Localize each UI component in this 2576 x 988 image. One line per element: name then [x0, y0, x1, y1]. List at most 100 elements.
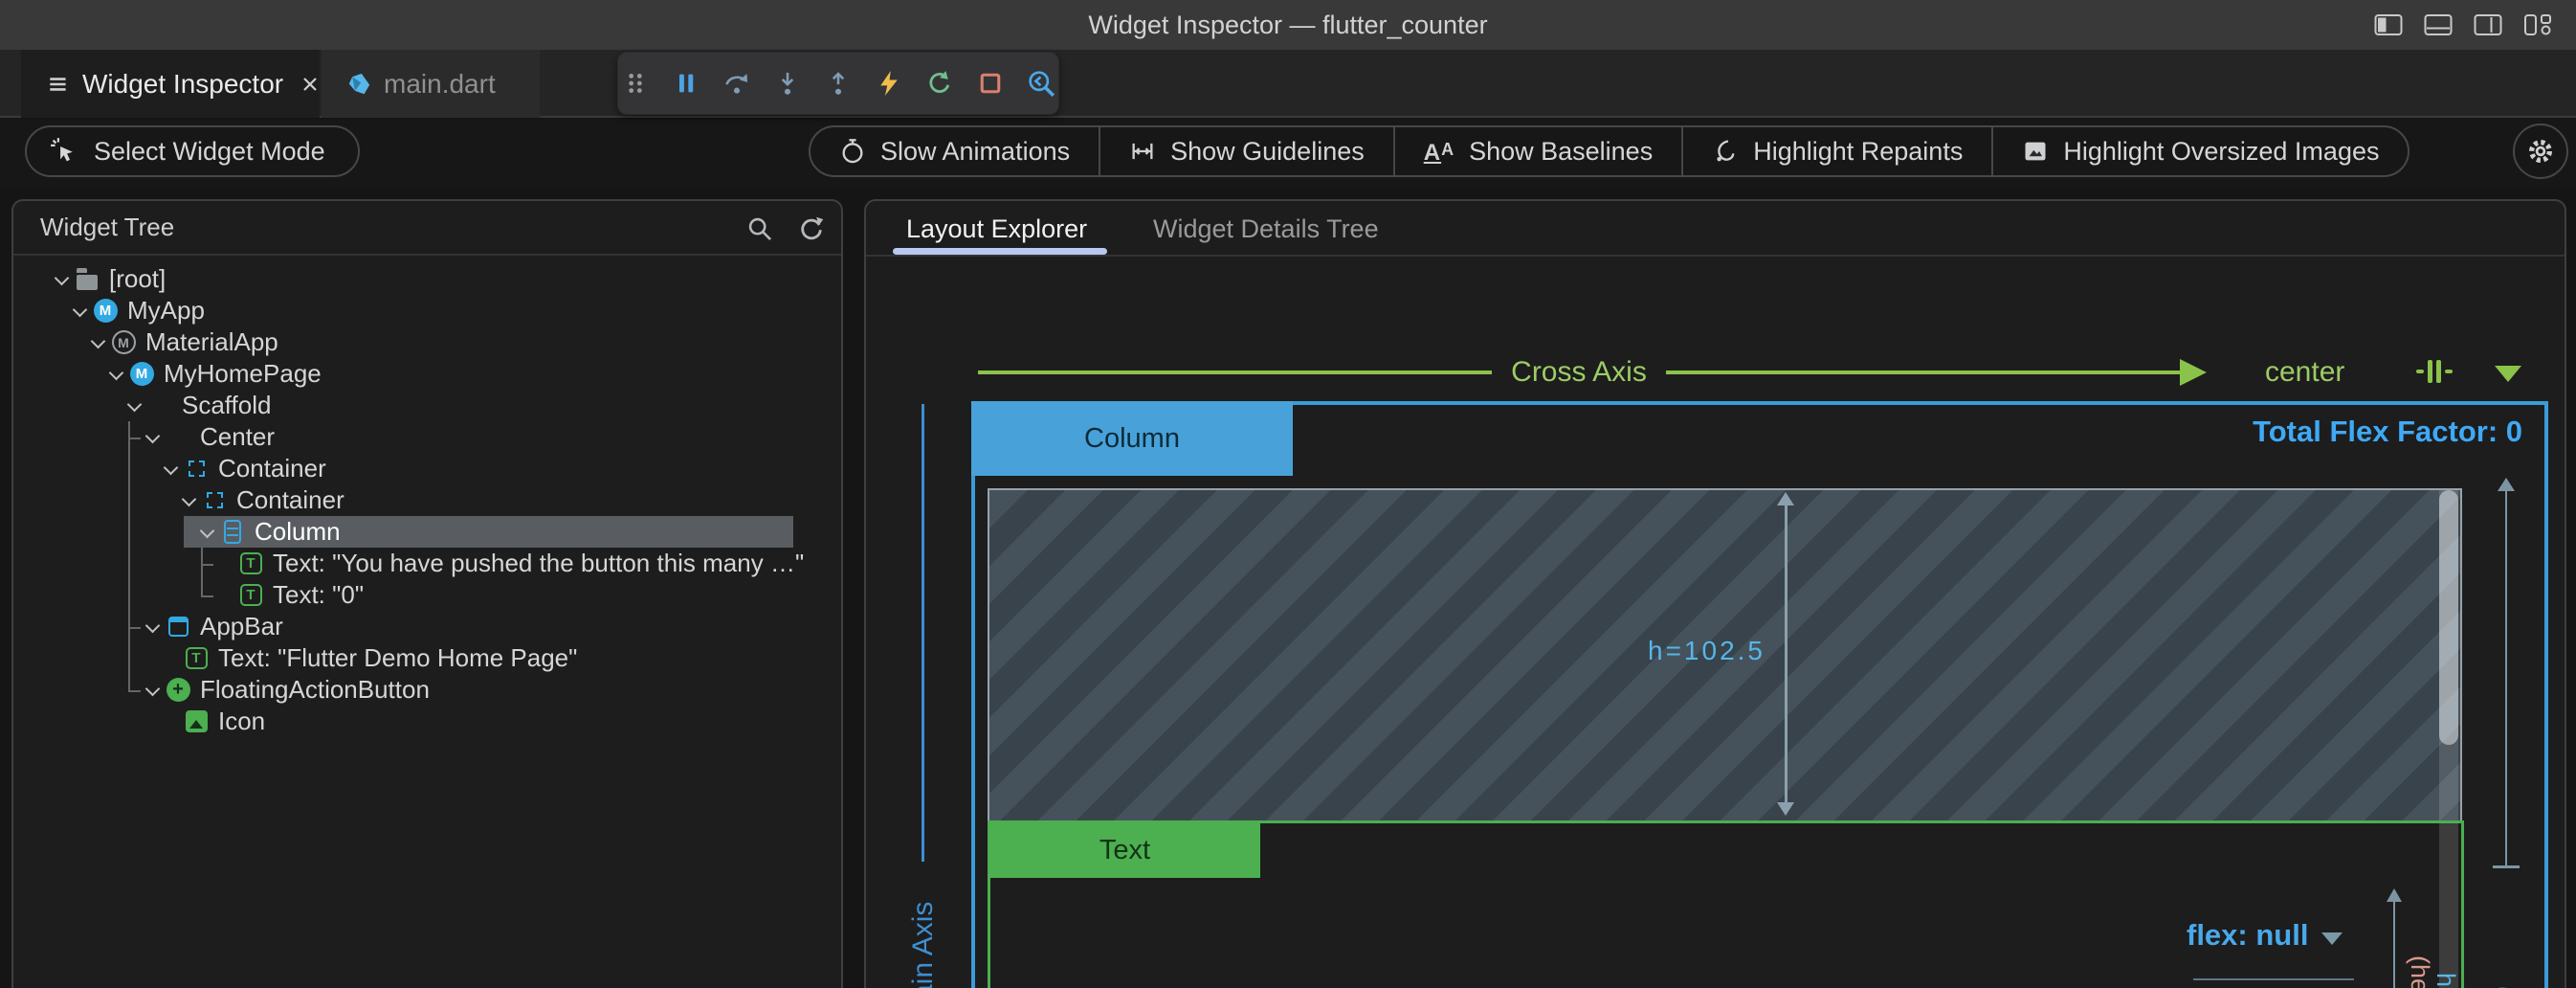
tree-item-label: MaterialApp: [145, 327, 278, 357]
widget-tree-header: Widget Tree: [13, 201, 841, 256]
tree-item-label: Text: "0": [273, 580, 364, 610]
scrollbar-thumb[interactable]: [2439, 490, 2458, 745]
tree-item-scaffold[interactable]: Scaffold: [13, 390, 841, 421]
tree-item-text-0[interactable]: T Text: "0": [13, 579, 841, 611]
tree-item-label: AppBar: [200, 612, 283, 641]
tree-item-column[interactable]: Column: [13, 516, 841, 548]
chevron-down-icon[interactable]: [68, 300, 91, 323]
container-icon: [202, 488, 227, 513]
tab-label: main.dart: [384, 69, 496, 100]
column-height-arrow: [2493, 478, 2520, 868]
baselines-icon: AA: [1424, 137, 1455, 167]
chevron-down-icon[interactable]: [141, 426, 164, 449]
toggle-highlight-repaints[interactable]: Highlight Repaints: [1681, 127, 1991, 175]
stop-icon[interactable]: [976, 69, 1005, 98]
cross-axis-arrow: Cross Axis: [978, 355, 2207, 390]
tree-item-text-you-have-pushed-the-button-this-man[interactable]: TText: "You have pushed the button this …: [13, 548, 841, 579]
tab-widget-inspector[interactable]: Widget Inspector: [21, 50, 320, 118]
tree-item-materialapp[interactable]: MMaterialApp: [13, 326, 841, 358]
column-widget-name: Column: [1084, 423, 1180, 455]
tab-main-dart[interactable]: main.dart: [322, 50, 540, 118]
flex-value: flex: null: [2187, 918, 2308, 953]
toggle-left-panel-icon[interactable]: [2374, 12, 2403, 37]
tree-item-text-flutter-demo-home-page[interactable]: TText: "Flutter Demo Home Page": [13, 642, 841, 674]
tree-item-label: Column: [255, 517, 341, 547]
refresh-icon[interactable]: [797, 214, 826, 243]
layout-explorer-tabs: Layout Explorer Widget Details Tree: [866, 201, 2565, 257]
tree-item-label: [root]: [109, 264, 166, 294]
chevron-down-icon[interactable]: [141, 679, 164, 702]
chevron-down-icon[interactable]: [104, 363, 127, 386]
toggle-show-guidelines[interactable]: Show Guidelines: [1099, 127, 1393, 175]
chevron-down-icon[interactable]: [86, 331, 109, 354]
tab-widget-details-tree[interactable]: Widget Details Tree: [1153, 201, 1379, 257]
tree-item-icon[interactable]: Icon: [13, 706, 841, 737]
text-widget-name: Text: [1099, 835, 1150, 866]
toggle-show-baselines[interactable]: AA Show Baselines: [1393, 127, 1681, 175]
tree-branch-connector: [201, 548, 214, 579]
toggle-right-panel-icon[interactable]: [2474, 12, 2502, 37]
tree-item-label: Container: [218, 454, 326, 483]
chevron-down-icon[interactable]: [2495, 366, 2521, 382]
search-icon[interactable]: [745, 214, 774, 243]
tree-item-appbar[interactable]: AppBar: [13, 611, 841, 642]
cross-axis-alignment-value[interactable]: center: [2265, 355, 2344, 390]
oversized-image-icon: [2022, 138, 2049, 165]
chevron-down-icon[interactable]: [159, 458, 182, 481]
tree-item-container[interactable]: Container: [13, 453, 841, 484]
column-icon: [220, 520, 245, 545]
drag-handle-icon[interactable]: [621, 69, 650, 98]
tree-branch-connector: [128, 611, 142, 642]
inspect-widget-icon[interactable]: [1027, 69, 1055, 98]
tree-item-root[interactable]: [root]: [13, 263, 841, 295]
window-controls: [2374, 12, 2552, 37]
chevron-down-icon[interactable]: [195, 521, 218, 544]
chevron-down-icon[interactable]: [141, 616, 164, 639]
appbar-icon: [166, 615, 190, 640]
tree-item-label: Container: [236, 485, 344, 515]
step-out-icon[interactable]: [824, 69, 853, 98]
tree-item-label: Center: [200, 422, 275, 452]
hot-reload-icon[interactable]: [875, 69, 903, 98]
text-height-value: h=34.: [2432, 973, 2460, 988]
text-icon: T: [238, 583, 263, 608]
text-height-note: (height: [2406, 955, 2434, 988]
align-center-icon[interactable]: [2416, 360, 2453, 383]
close-icon[interactable]: [299, 73, 322, 96]
column-widget-header[interactable]: Column: [971, 401, 1293, 476]
widget-tree: [root]MMyAppMMaterialAppMMyHomePageScaff…: [13, 256, 841, 737]
toggle-highlight-oversized-images[interactable]: Highlight Oversized Images: [1991, 127, 2408, 175]
tree-item-center[interactable]: Center: [13, 421, 841, 453]
tree-indent-spacer: [159, 710, 182, 733]
step-over-icon[interactable]: [722, 69, 751, 98]
hamburger-icon: [46, 72, 71, 97]
cross-axis-line: [978, 370, 1492, 374]
titlebar: Widget Inspector — flutter_counter: [0, 0, 2576, 50]
window-title: Widget Inspector — flutter_counter: [0, 0, 2576, 50]
pause-icon[interactable]: [672, 69, 700, 98]
widget-inspector-window: Widget Inspector — flutter_counter Widge…: [0, 0, 2576, 988]
chevron-down-icon[interactable]: [50, 268, 73, 291]
flex-dropdown[interactable]: flex: null: [2187, 918, 2343, 953]
tree-item-container[interactable]: Container: [13, 484, 841, 516]
editor-layout-icon[interactable]: [2523, 12, 2552, 37]
chevron-down-icon[interactable]: [122, 394, 145, 417]
layout-explorer-panel: Layout Explorer Widget Details Tree Cros…: [864, 199, 2566, 988]
step-into-icon[interactable]: [773, 69, 802, 98]
tree-item-floatingactionbutton[interactable]: +FloatingActionButton: [13, 674, 841, 706]
text-widget-header[interactable]: Text: [989, 823, 1260, 878]
restart-icon[interactable]: [925, 69, 954, 98]
select-widget-mode-button[interactable]: Select Widget Mode: [25, 125, 360, 177]
debug-toolbar: [617, 52, 1059, 115]
settings-button[interactable]: [2513, 124, 2568, 179]
tree-item-label: MyApp: [127, 296, 205, 326]
tree-item-myapp[interactable]: MMyApp: [13, 295, 841, 326]
chevron-down-icon[interactable]: [177, 489, 200, 512]
tree-item-myhomepage[interactable]: MMyHomePage: [13, 358, 841, 390]
center-icon: [166, 425, 190, 450]
toggle-slow-animations[interactable]: Slow Animations: [811, 127, 1099, 175]
icon-image-icon: [184, 709, 209, 734]
toggle-bottom-panel-icon[interactable]: [2424, 12, 2453, 37]
m-circle-icon: M: [129, 362, 154, 387]
tree-item-label: Scaffold: [182, 391, 271, 420]
